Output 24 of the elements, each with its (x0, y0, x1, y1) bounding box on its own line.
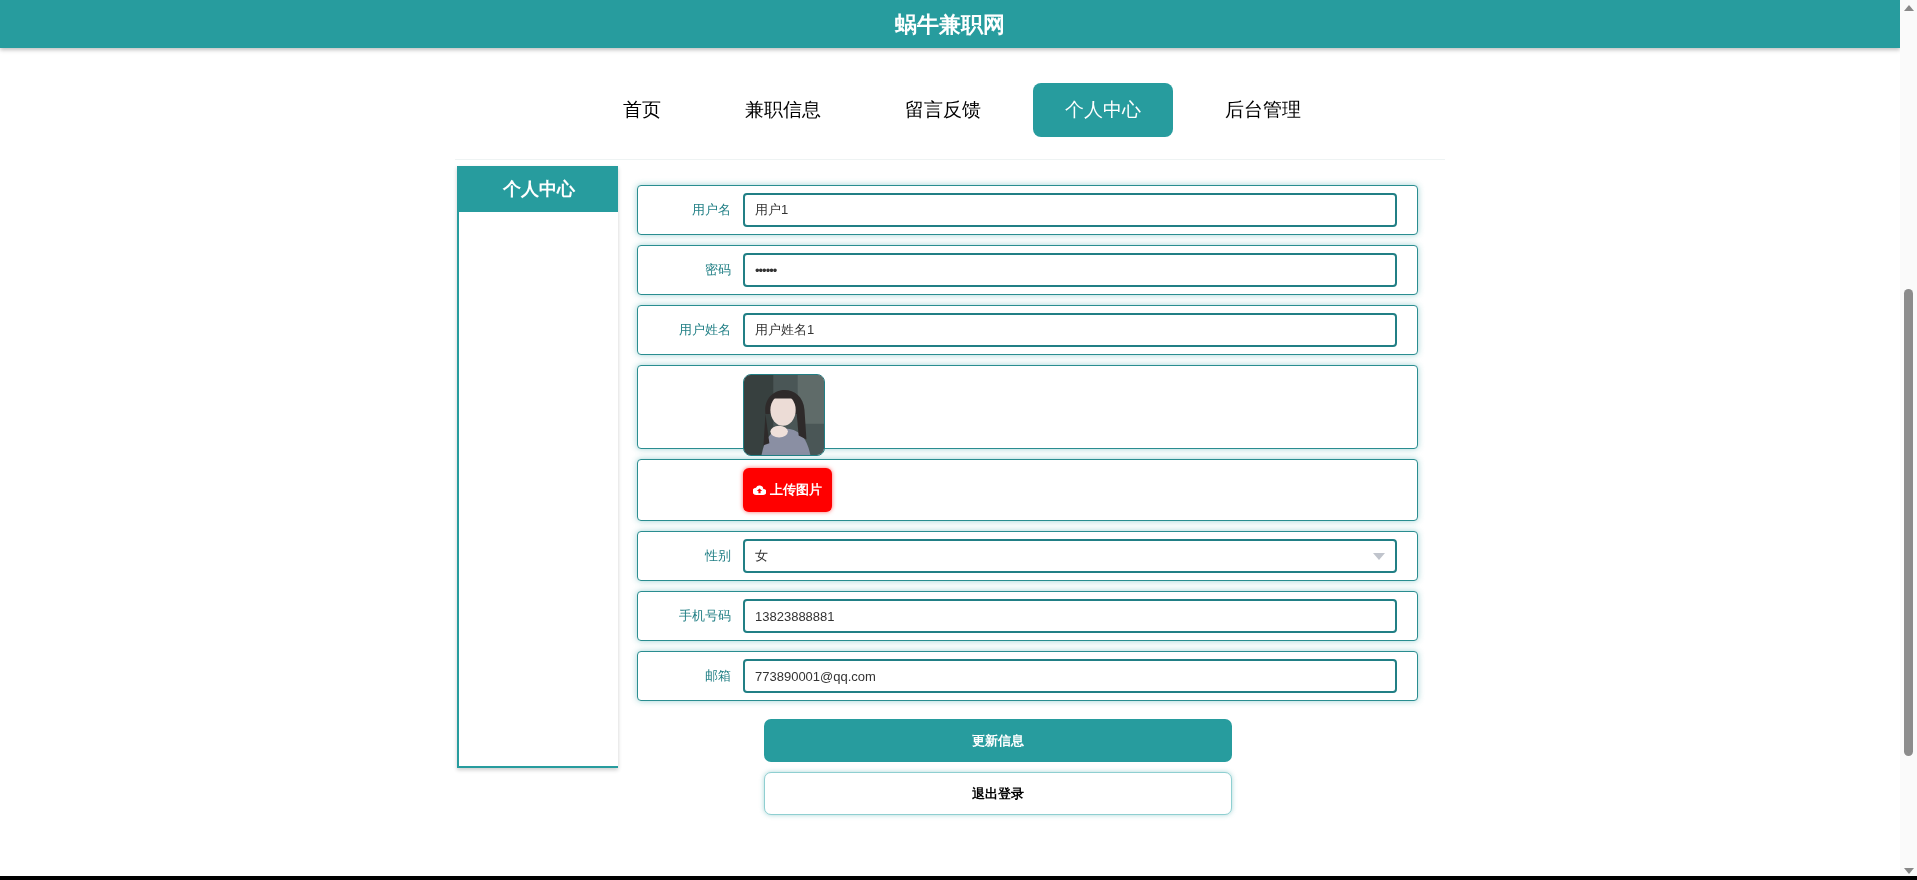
field-label: 用户名 (692, 201, 731, 220)
field-label: 用户姓名 (679, 321, 731, 340)
field-label: 密码 (705, 261, 731, 280)
input-field[interactable]: 用户1 (743, 193, 1397, 227)
input-field[interactable]: •••••• (743, 253, 1397, 287)
logout-button[interactable]: 退出登录 (763, 772, 1232, 815)
nav-tab[interactable]: 兼职信息 (713, 83, 853, 137)
field-label: 手机号码 (679, 607, 731, 626)
cloud-upload-icon (753, 485, 766, 495)
dropdown-icon (1373, 552, 1385, 560)
scroll-down-icon (1903, 868, 1914, 874)
site-title: 蜗牛兼职网 (895, 10, 1005, 39)
input-field[interactable]: 13823888881 (743, 599, 1397, 633)
input-field[interactable]: 用户姓名1 (743, 313, 1397, 347)
select-field[interactable]: 女 (743, 539, 1397, 573)
nav-tab[interactable]: 后台管理 (1193, 83, 1333, 137)
field-label: 邮箱 (705, 667, 731, 686)
nav-tab[interactable]: 留言反馈 (873, 83, 1013, 137)
scroll-up-icon (1903, 5, 1914, 11)
upload-button[interactable]: 上传图片 (743, 468, 832, 512)
input-field[interactable]: 773890001@qq.com (743, 659, 1397, 693)
field-label: 性别 (705, 547, 731, 566)
nav-tab[interactable]: 首页 (591, 83, 693, 137)
sidebar-title: 个人中心 (459, 166, 618, 212)
